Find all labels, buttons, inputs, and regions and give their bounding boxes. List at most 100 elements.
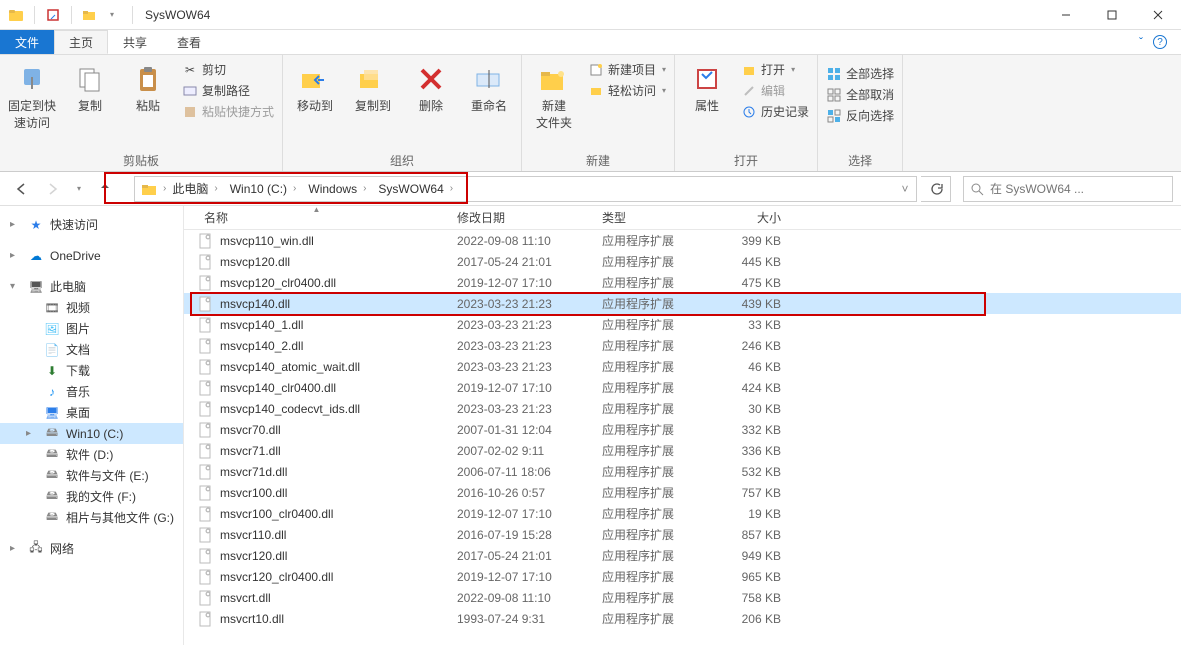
expand-icon[interactable]: ▸ [10,250,22,261]
tab-file[interactable]: 文件 [0,30,54,54]
invert-button[interactable]: 反向选择 [826,107,894,124]
rename-button[interactable]: 重命名 [465,59,513,114]
close-button[interactable] [1135,0,1181,30]
file-row[interactable]: msvcr120_clr0400.dll2019-12-07 17:10应用程序… [184,566,1181,587]
sidebar-item[interactable]: 🖴我的文件 (F:) [0,486,183,507]
file-row[interactable]: msvcp140_clr0400.dll2019-12-07 17:10应用程序… [184,377,1181,398]
sidebar-item[interactable]: 📄文档 [0,339,183,360]
sidebar-item[interactable]: ▸☁OneDrive [0,245,183,266]
help-icon[interactable]: ? [1153,35,1167,49]
file-row[interactable]: msvcr110.dll2016-07-19 15:28应用程序扩展857 KB [184,524,1181,545]
file-row[interactable]: msvcr71.dll2007-02-02 9:11应用程序扩展336 KB [184,440,1181,461]
qat-newfolder-icon[interactable] [82,7,98,23]
ribbon-collapse-icon[interactable]: ˇ [1139,35,1143,49]
file-row[interactable]: msvcp120.dll2017-05-24 21:01应用程序扩展445 KB [184,251,1181,272]
sidebar-item[interactable]: 🖼图片 [0,318,183,339]
sidebar-item[interactable]: ▸🖧网络 [0,538,183,559]
sidebar-item[interactable]: 🖴软件与文件 (E:) [0,465,183,486]
selectnone-button[interactable]: 全部取消 [826,86,894,103]
file-row[interactable]: msvcr100.dll2016-10-26 0:57应用程序扩展757 KB [184,482,1181,503]
moveto-button[interactable]: 移动到 [291,59,339,114]
pasteshortcut-button[interactable]: 粘贴快捷方式 [182,103,274,120]
sidebar-item[interactable]: ▾🖥此电脑 [0,276,183,297]
titlebar: ▾ SysWOW64 [0,0,1181,30]
breadcrumb-item[interactable]: Windows› [302,177,372,201]
newfolder-button[interactable]: 新建 文件夹 [530,59,578,131]
cut-button[interactable]: ✂剪切 [182,61,274,78]
tab-home[interactable]: 主页 [54,30,108,54]
file-list[interactable]: msvcp110_win.dll2022-09-08 11:10应用程序扩展39… [184,230,1181,645]
address-dropdown-icon[interactable]: ˅ [894,177,916,201]
file-row[interactable]: msvcrt10.dll1993-07-24 9:31应用程序扩展206 KB [184,608,1181,629]
minimize-button[interactable] [1043,0,1089,30]
expand-icon[interactable]: ▸ [10,219,22,230]
file-type: 应用程序扩展 [594,463,709,480]
breadcrumb-item[interactable]: 此电脑› [166,177,223,201]
file-row[interactable]: msvcr71d.dll2006-07-11 18:06应用程序扩展532 KB [184,461,1181,482]
file-size: 757 KB [709,486,789,500]
col-size[interactable]: 大小 [709,206,789,229]
expand-icon[interactable]: ▾ [10,281,22,292]
file-type: 应用程序扩展 [594,316,709,333]
file-row[interactable]: msvcp120_clr0400.dll2019-12-07 17:10应用程序… [184,272,1181,293]
sidebar-item[interactable]: ▸★快速访问 [0,214,183,235]
file-row[interactable]: msvcp140_2.dll2023-03-23 21:23应用程序扩展246 … [184,335,1181,356]
tab-view[interactable]: 查看 [162,30,216,54]
copyto-button[interactable]: 复制到 [349,59,397,114]
sidebar-item[interactable]: ♪音乐 [0,381,183,402]
col-type[interactable]: 类型 [594,206,709,229]
copy-button[interactable]: 复制 [66,59,114,114]
file-row[interactable]: msvcp140_atomic_wait.dll2023-03-23 21:23… [184,356,1181,377]
file-row[interactable]: msvcp140.dll2023-03-23 21:23应用程序扩展439 KB [184,293,1181,314]
file-row[interactable]: msvcr100_clr0400.dll2019-12-07 17:10应用程序… [184,503,1181,524]
address-bar[interactable]: › 此电脑›Win10 (C:)›Windows›SysWOW64› ˅ [134,176,917,202]
file-row[interactable]: msvcrt.dll2022-09-08 11:10应用程序扩展758 KB [184,587,1181,608]
file-icon [198,317,214,333]
breadcrumb-item[interactable]: Win10 (C:)› [224,177,303,201]
nav-back-button[interactable] [8,176,34,202]
desktop-icon: 🖥 [44,405,60,421]
sidebar-item[interactable]: ⬇下载 [0,360,183,381]
file-row[interactable]: msvcp140_codecvt_ids.dll2023-03-23 21:23… [184,398,1181,419]
copypath-button[interactable]: 复制路径 [182,82,274,99]
selectall-button[interactable]: 全部选择 [826,65,894,82]
breadcrumb-item[interactable]: SysWOW64› [372,177,459,201]
open-button[interactable]: 打开▾ [741,61,809,78]
file-row[interactable]: msvcp140_1.dll2023-03-23 21:23应用程序扩展33 K… [184,314,1181,335]
edit-button[interactable]: 编辑 [741,82,809,99]
maximize-button[interactable] [1089,0,1135,30]
sidebar-item-label: 音乐 [66,383,90,400]
expand-icon[interactable]: ▸ [10,543,22,554]
nav-up-button[interactable] [92,176,118,202]
pin-button[interactable]: 固定到快 速访问 [8,59,56,131]
sidebar-item[interactable]: 🖥桌面 [0,402,183,423]
qat-dropdown-icon[interactable]: ▾ [104,7,120,23]
search-box[interactable] [963,176,1173,202]
file-row[interactable]: msvcr70.dll2007-01-31 12:04应用程序扩展332 KB [184,419,1181,440]
search-input[interactable] [990,182,1166,196]
sidebar-item[interactable]: ▸🖴Win10 (C:) [0,423,183,444]
newitem-button[interactable]: 新建项目▾ [588,61,666,78]
sidebar-item[interactable]: 🎞视频 [0,297,183,318]
nav-recent-button[interactable]: ▾ [72,176,86,202]
file-row[interactable]: msvcp110_win.dll2022-09-08 11:10应用程序扩展39… [184,230,1181,251]
properties-button[interactable]: 属性 [683,59,731,114]
sidebar-item[interactable]: 🖴相片与其他文件 (G:) [0,507,183,528]
sidebar-item[interactable]: 🖴软件 (D:) [0,444,183,465]
nav-forward-button[interactable] [40,176,66,202]
col-date[interactable]: 修改日期 [449,206,594,229]
file-icon [198,611,214,627]
open-icon [741,62,757,78]
file-row[interactable]: msvcr120.dll2017-05-24 21:01应用程序扩展949 KB [184,545,1181,566]
history-button[interactable]: 历史记录 [741,103,809,120]
tab-share[interactable]: 共享 [108,30,162,54]
refresh-button[interactable] [921,176,951,202]
easyaccess-button[interactable]: 轻松访问▾ [588,82,666,99]
qat-properties-icon[interactable] [45,7,61,23]
paste-button[interactable]: 粘贴 [124,59,172,114]
file-name: msvcr71d.dll [220,465,287,479]
col-name[interactable]: ▲名称 [184,206,449,229]
expand-icon[interactable]: ▸ [26,428,38,439]
file-date: 2016-10-26 0:57 [449,486,594,500]
delete-button[interactable]: 删除 [407,59,455,114]
